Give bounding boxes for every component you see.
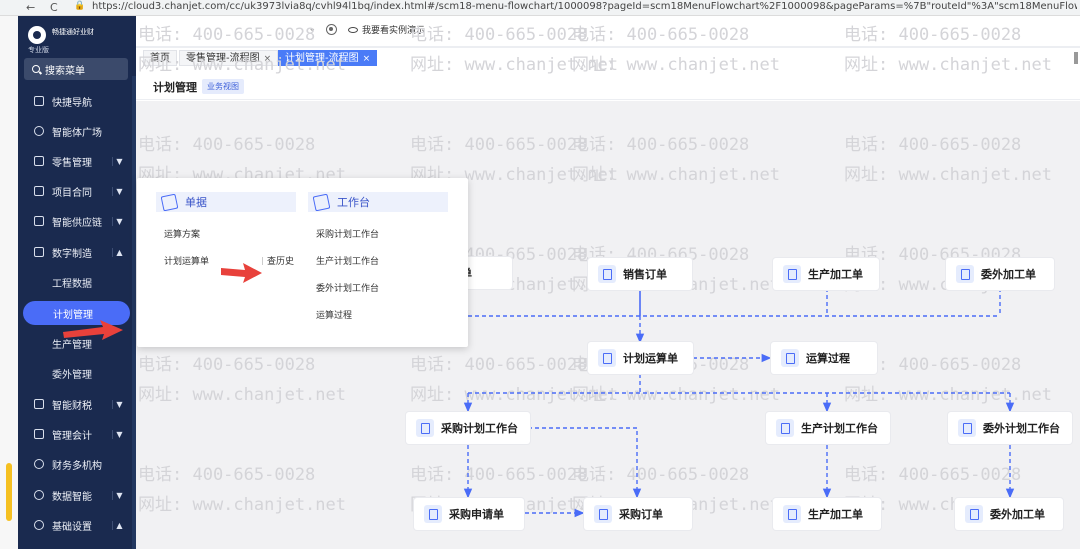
node-sales-order[interactable]: 销售订单 — [588, 258, 692, 290]
node-outsourcing-order-top[interactable]: 委外加工单 — [946, 258, 1054, 290]
node-label: 运算过程 — [806, 352, 850, 365]
node-label: 生产加工单 — [808, 268, 863, 281]
popup-docs-header-label: 单据 — [185, 196, 207, 209]
popup-workbench-header-label: 工作台 — [337, 196, 370, 209]
outsourcing-doc-icon — [956, 265, 974, 283]
document-icon — [160, 193, 179, 211]
popup-item-plan-calc[interactable]: 计划运算单 — [164, 254, 209, 267]
node-plan-calc[interactable]: 计划运算单 — [588, 342, 693, 374]
plan-menu-popup: 单据 工作台 运算方案 计划运算单 查历史 采购计划工作台 生产计划工作台 委外… — [137, 178, 468, 347]
node-label: 委外计划工作台 — [983, 422, 1060, 435]
order-doc-icon — [594, 505, 612, 523]
truck-icon — [598, 349, 616, 367]
popup-workbench-header: 工作台 — [308, 192, 448, 212]
popup-item-purchase-wb[interactable]: 采购计划工作台 — [316, 227, 379, 240]
node-production-order-top[interactable]: 生产加工单 — [773, 258, 879, 290]
node-label: 销售订单 — [623, 268, 667, 281]
popup-item-calc-scheme[interactable]: 运算方案 — [164, 227, 200, 240]
node-label: 采购计划工作台 — [441, 422, 518, 435]
node-purchase-order[interactable]: 采购订单 — [584, 498, 692, 530]
popup-item-history[interactable]: 查历史 — [267, 254, 294, 267]
cube-icon — [781, 349, 799, 367]
node-outsourcing-workbench[interactable]: 委外计划工作台 — [948, 412, 1072, 444]
node-label: 计划运算单 — [623, 352, 678, 365]
node-purchase-request[interactable]: 采购申请单 — [414, 498, 524, 530]
calendar-icon — [416, 419, 434, 437]
popup-item-outsourcing-wb[interactable]: 委外计划工作台 — [316, 281, 379, 294]
node-label: 采购订单 — [619, 508, 663, 521]
node-label: 委外加工单 — [981, 268, 1036, 281]
clipboard-icon — [958, 419, 976, 437]
popup-item-production-wb[interactable]: 生产计划工作台 — [316, 254, 379, 267]
node-purchase-workbench[interactable]: 采购计划工作台 — [406, 412, 530, 444]
node-label: 采购申请单 — [449, 508, 504, 521]
popup-item-calc-process[interactable]: 运算过程 — [316, 308, 352, 321]
node-label: 委外加工单 — [990, 508, 1045, 521]
node-label: 生产加工单 — [808, 508, 863, 521]
popup-docs-header: 单据 — [156, 192, 296, 212]
node-label: 生产计划工作台 — [801, 422, 878, 435]
request-doc-icon — [424, 505, 442, 523]
list-icon — [776, 419, 794, 437]
popup-divider — [262, 257, 263, 265]
workbench-icon — [312, 193, 331, 211]
node-production-order[interactable]: 生产加工单 — [773, 498, 881, 530]
factory-doc-icon — [783, 505, 801, 523]
outsourcing-doc-icon — [965, 505, 983, 523]
document-icon — [598, 265, 616, 283]
node-calc-process[interactable]: 运算过程 — [771, 342, 877, 374]
factory-doc-icon — [783, 265, 801, 283]
node-outsourcing-order[interactable]: 委外加工单 — [955, 498, 1063, 530]
node-production-workbench[interactable]: 生产计划工作台 — [766, 412, 890, 444]
